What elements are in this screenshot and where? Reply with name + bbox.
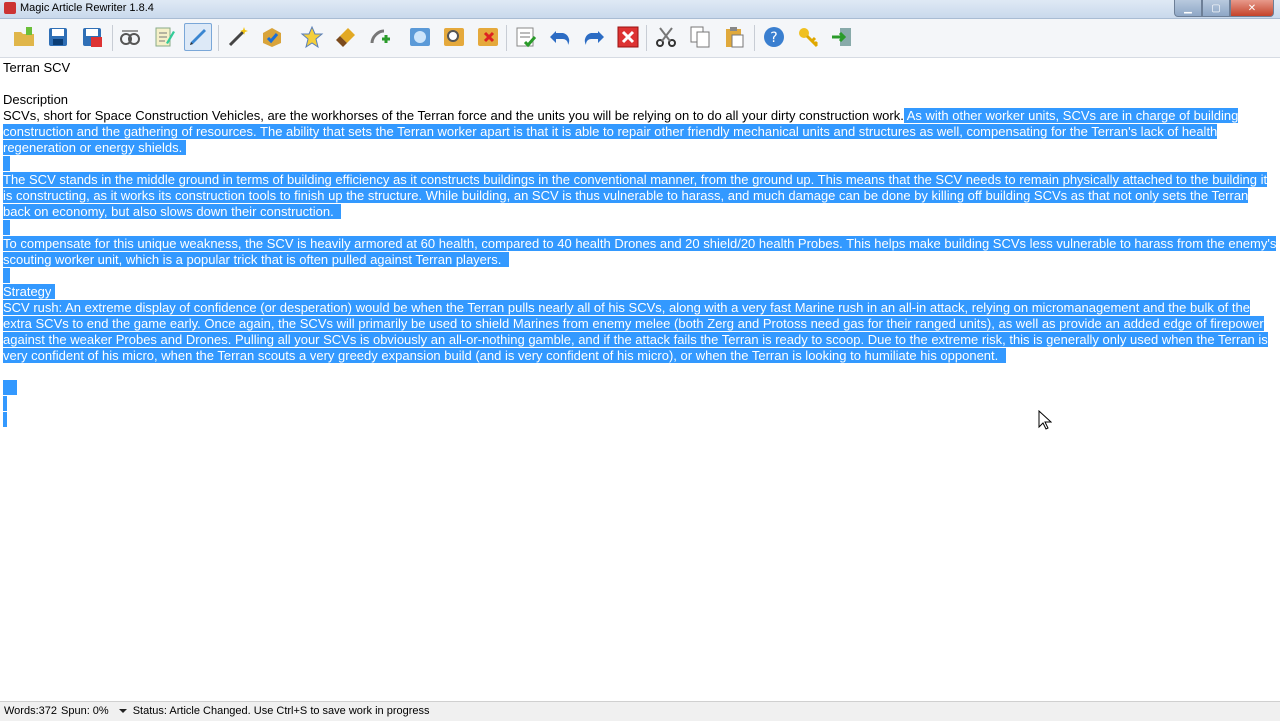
article-text[interactable]: Terran SCV Description SCVs, short for S…	[3, 60, 1277, 428]
status-message: Status: Article Changed. Use Ctrl+S to s…	[132, 705, 430, 717]
undo-icon[interactable]	[546, 23, 574, 51]
paragraph-4: SCV rush: An extreme display of confiden…	[3, 300, 1268, 363]
chevron-down-icon[interactable]	[118, 709, 127, 713]
minimize-button[interactable]: ▁	[1174, 0, 1202, 17]
exit-icon[interactable]	[828, 23, 856, 51]
article-title: Terran SCV	[3, 60, 71, 75]
toolbar-separator	[218, 25, 219, 51]
svg-text:?: ?	[770, 30, 777, 46]
paragraph-2: The SCV stands in the middle ground in t…	[3, 172, 1268, 219]
copy-icon[interactable]	[686, 23, 714, 51]
toolbar-separator	[646, 25, 647, 51]
maximize-button[interactable]: ▢	[1202, 0, 1230, 17]
checklist-icon[interactable]	[512, 23, 540, 51]
key-icon[interactable]	[794, 23, 822, 51]
add-synonym-icon[interactable]	[366, 23, 394, 51]
notes-icon[interactable]	[150, 23, 178, 51]
cut-icon[interactable]	[652, 23, 680, 51]
app-icon	[4, 2, 16, 14]
help-icon[interactable]: ?	[760, 23, 788, 51]
redo-icon[interactable]	[580, 23, 608, 51]
save-icon[interactable]	[44, 23, 72, 51]
delete-box-icon[interactable]	[474, 23, 502, 51]
approve-icon[interactable]	[258, 23, 286, 51]
paragraph-3: To compensate for this unique weakness, …	[3, 236, 1277, 267]
mouse-cursor-icon	[1038, 410, 1052, 430]
paragraph-1: SCVs, short for Space Construction Vehic…	[3, 108, 1277, 156]
status-bar: Words:372 Spun: 0% Status: Article Chang…	[0, 701, 1280, 721]
search-icon[interactable]	[440, 23, 468, 51]
close-button[interactable]: ✕	[1230, 0, 1274, 17]
save-as-icon[interactable]	[78, 23, 106, 51]
toolbar-separator	[112, 25, 113, 51]
magic-wand-icon[interactable]	[224, 23, 252, 51]
spin-icon[interactable]	[116, 23, 144, 51]
window-title: Magic Article Rewriter 1.8.4	[20, 2, 154, 14]
strategy-heading: Strategy	[3, 284, 52, 299]
toolbar-separator	[506, 25, 507, 51]
description-heading: Description	[3, 92, 69, 107]
toolbar-separator	[754, 25, 755, 51]
brush-icon[interactable]	[332, 23, 360, 51]
paragraph-1-plain: SCVs, short for Space Construction Vehic…	[3, 108, 904, 123]
toolbar: ?	[0, 19, 1280, 58]
close-red-icon[interactable]	[614, 23, 642, 51]
pencil-icon[interactable]	[184, 23, 212, 51]
window-controls: ▁ ▢ ✕	[1174, 0, 1274, 18]
paste-icon[interactable]	[720, 23, 748, 51]
globe-icon[interactable]	[406, 23, 434, 51]
article-editor[interactable]: Terran SCV Description SCVs, short for S…	[0, 58, 1280, 700]
open-icon[interactable]	[10, 23, 38, 51]
star-icon[interactable]	[298, 23, 326, 51]
spun-percent: Spun: 0%	[61, 705, 109, 717]
word-count: Words:372	[4, 705, 57, 717]
title-bar: Magic Article Rewriter 1.8.4 ▁ ▢ ✕	[0, 0, 1280, 19]
